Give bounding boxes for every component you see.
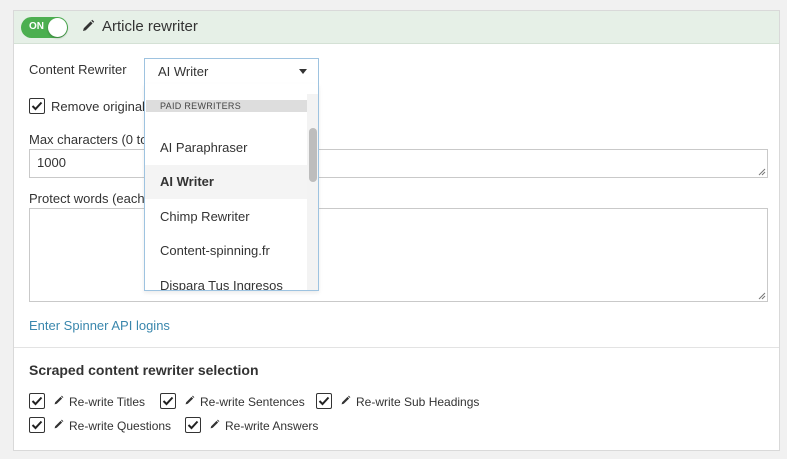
toggle-knob — [48, 18, 67, 37]
rewrite-sentences-label: Re-write Sentences — [200, 395, 305, 409]
checkmark-icon — [162, 396, 174, 406]
pencil-icon — [54, 419, 64, 429]
rewrite-subheadings-checkbox[interactable] — [316, 393, 332, 409]
dropdown-option[interactable]: Content-spinning.fr — [145, 234, 308, 268]
remove-original-checkbox[interactable] — [29, 98, 45, 114]
article-rewriter-panel: ON Article rewriter Content Rewriter Rem… — [13, 10, 780, 451]
content-rewriter-dropdown: PAID REWRITERS AI Paraphraser AI Writer … — [144, 84, 319, 291]
resize-grip-icon[interactable] — [758, 292, 766, 300]
pencil-icon — [341, 395, 351, 405]
rewrite-titles-label: Re-write Titles — [69, 395, 146, 409]
checkmark-icon — [31, 396, 43, 406]
dropdown-option[interactable]: Chimp Rewriter — [145, 200, 308, 234]
max-characters-input[interactable]: 1000 — [29, 149, 768, 178]
panel-header: ON Article rewriter — [14, 11, 779, 44]
resize-grip-icon[interactable] — [758, 168, 766, 176]
dropdown-scrollbar[interactable] — [307, 94, 318, 290]
dropdown-option[interactable]: AI Paraphraser — [145, 131, 308, 165]
caret-down-icon — [299, 69, 307, 74]
dropdown-group-label: PAID REWRITERS — [146, 100, 307, 112]
toggle-label: ON — [29, 21, 44, 32]
content-rewriter-select[interactable]: AI Writer — [144, 58, 319, 84]
rewrite-sentences-checkbox[interactable] — [160, 393, 176, 409]
scraped-section-title: Scraped content rewriter selection — [29, 362, 259, 378]
checkmark-icon — [31, 420, 43, 430]
rewrite-answers-checkbox[interactable] — [185, 417, 201, 433]
max-characters-label: Max characters (0 to c — [29, 132, 158, 147]
pencil-icon — [185, 395, 195, 405]
rewrite-questions-checkbox[interactable] — [29, 417, 45, 433]
rewrite-subheadings-label: Re-write Sub Headings — [356, 395, 480, 409]
remove-original-label: Remove original — [51, 99, 145, 114]
checkmark-icon — [318, 396, 330, 406]
pencil-icon — [210, 419, 220, 429]
dropdown-scrollbar-thumb[interactable] — [309, 128, 317, 182]
checkmark-icon — [31, 101, 43, 111]
rewrite-questions-label: Re-write Questions — [69, 419, 172, 433]
protect-words-label: Protect words (each w — [29, 191, 158, 206]
panel-title: Article rewriter — [102, 18, 198, 35]
pencil-icon — [83, 19, 95, 31]
protect-words-textarea[interactable] — [29, 208, 768, 302]
content-rewriter-label: Content Rewriter — [29, 62, 127, 77]
enable-toggle[interactable]: ON — [21, 17, 68, 38]
rewrite-answers-label: Re-write Answers — [225, 419, 319, 433]
checkmark-icon — [187, 420, 199, 430]
max-characters-value: 1000 — [37, 155, 66, 170]
dropdown-option[interactable]: Dispara Tus Ingresos — [145, 269, 308, 290]
rewrite-titles-checkbox[interactable] — [29, 393, 45, 409]
spinner-api-logins-link[interactable]: Enter Spinner API logins — [29, 318, 170, 333]
pencil-icon — [54, 395, 64, 405]
content-rewriter-selected-value: AI Writer — [158, 64, 209, 79]
dropdown-option-selected[interactable]: AI Writer — [145, 165, 308, 199]
section-divider — [14, 347, 779, 348]
